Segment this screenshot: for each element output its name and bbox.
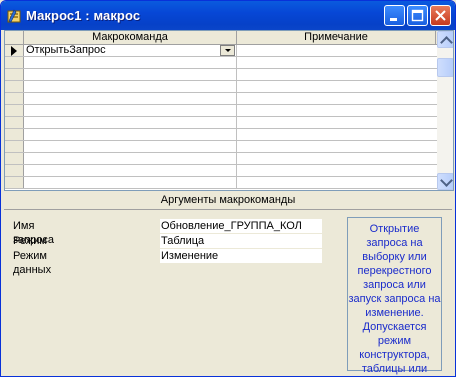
maximize-icon [411, 9, 424, 22]
grid-row [5, 117, 437, 129]
current-row-arrow-icon [11, 46, 17, 56]
action-cell[interactable]: ОткрытьЗапрос [24, 45, 237, 56]
grid-row [5, 81, 437, 93]
maximize-button[interactable] [407, 5, 428, 26]
grid-row [5, 69, 437, 81]
action-cell[interactable] [24, 129, 237, 140]
row-selector[interactable] [5, 81, 24, 92]
grid-row [5, 129, 437, 141]
macro-grid: Макрокоманда Примечание ОткрытьЗапрос [4, 30, 454, 191]
row-selector[interactable] [5, 177, 24, 188]
arguments-divider [4, 209, 452, 210]
arg-label-mode: Режим [13, 235, 47, 247]
grid-row [5, 57, 437, 69]
macro-icon [7, 8, 21, 22]
action-cell[interactable] [24, 165, 237, 176]
comment-cell[interactable] [237, 81, 436, 92]
close-icon [435, 10, 446, 21]
arg-label-data-mode: Режим данных [13, 250, 52, 276]
title-bar[interactable]: Макрос1 : макрос [1, 1, 455, 30]
comment-cell[interactable] [237, 141, 436, 152]
dropdown-arrow-icon[interactable] [220, 45, 235, 56]
row-selector[interactable] [5, 45, 24, 56]
help-hint: Открытие запроса на выборку или перекрес… [347, 217, 442, 375]
row-selector[interactable] [5, 69, 24, 80]
arg-value-data-mode[interactable]: Изменение [160, 249, 322, 263]
scroll-thumb[interactable] [437, 58, 453, 77]
arg-value-query-name[interactable]: Обновление_ГРУППА_КОЛ [160, 219, 322, 233]
row-selector[interactable] [5, 165, 24, 176]
action-cell[interactable] [24, 141, 237, 152]
action-cell[interactable] [24, 105, 237, 116]
vertical-scrollbar[interactable] [437, 31, 453, 190]
row-selector[interactable] [5, 93, 24, 104]
comment-cell[interactable] [237, 117, 436, 128]
grid-row [5, 93, 437, 105]
header-selector[interactable] [5, 31, 24, 44]
window-title: Макрос1 : макрос [26, 8, 141, 23]
comment-cell[interactable] [237, 153, 436, 164]
minimize-button[interactable] [384, 5, 405, 26]
grid-row [5, 177, 437, 189]
comment-cell[interactable] [237, 57, 436, 68]
grid-row [5, 153, 437, 165]
comment-cell[interactable] [237, 177, 436, 188]
grid-row: ОткрытьЗапрос [5, 45, 437, 57]
grid-row [5, 141, 437, 153]
grid-row [5, 165, 437, 177]
close-button[interactable] [430, 5, 451, 26]
row-selector[interactable] [5, 129, 24, 140]
scroll-up-button[interactable] [437, 31, 453, 48]
grid-rows: ОткрытьЗапрос [5, 45, 437, 189]
comment-cell[interactable] [237, 69, 436, 80]
comment-cell[interactable] [237, 129, 436, 140]
action-cell[interactable] [24, 153, 237, 164]
column-header-comment[interactable]: Примечание [237, 31, 436, 44]
action-cell[interactable] [24, 57, 237, 68]
column-header-action[interactable]: Макрокоманда [24, 31, 237, 44]
arg-value-mode[interactable]: Таблица [160, 234, 322, 248]
row-selector[interactable] [5, 141, 24, 152]
macro-window: Макрос1 : макрос Макрокоманда Примечание [0, 0, 456, 377]
row-selector[interactable] [5, 105, 24, 116]
arguments-title: Аргументы макрокоманды [160, 194, 296, 206]
row-selector[interactable] [5, 57, 24, 68]
grid-header: Макрокоманда Примечание [5, 31, 437, 45]
action-cell[interactable] [24, 69, 237, 80]
scroll-down-button[interactable] [437, 173, 453, 190]
action-value: ОткрытьЗапрос [26, 44, 106, 56]
row-selector[interactable] [5, 153, 24, 164]
comment-cell[interactable] [237, 105, 436, 116]
action-cell[interactable] [24, 117, 237, 128]
grid-row [5, 105, 437, 117]
action-cell[interactable] [24, 93, 237, 104]
row-selector[interactable] [5, 117, 24, 128]
comment-cell[interactable] [237, 93, 436, 104]
comment-cell[interactable] [237, 45, 436, 56]
comment-cell[interactable] [237, 165, 436, 176]
action-cell[interactable] [24, 177, 237, 188]
action-cell[interactable] [24, 81, 237, 92]
minimize-icon [390, 18, 397, 21]
